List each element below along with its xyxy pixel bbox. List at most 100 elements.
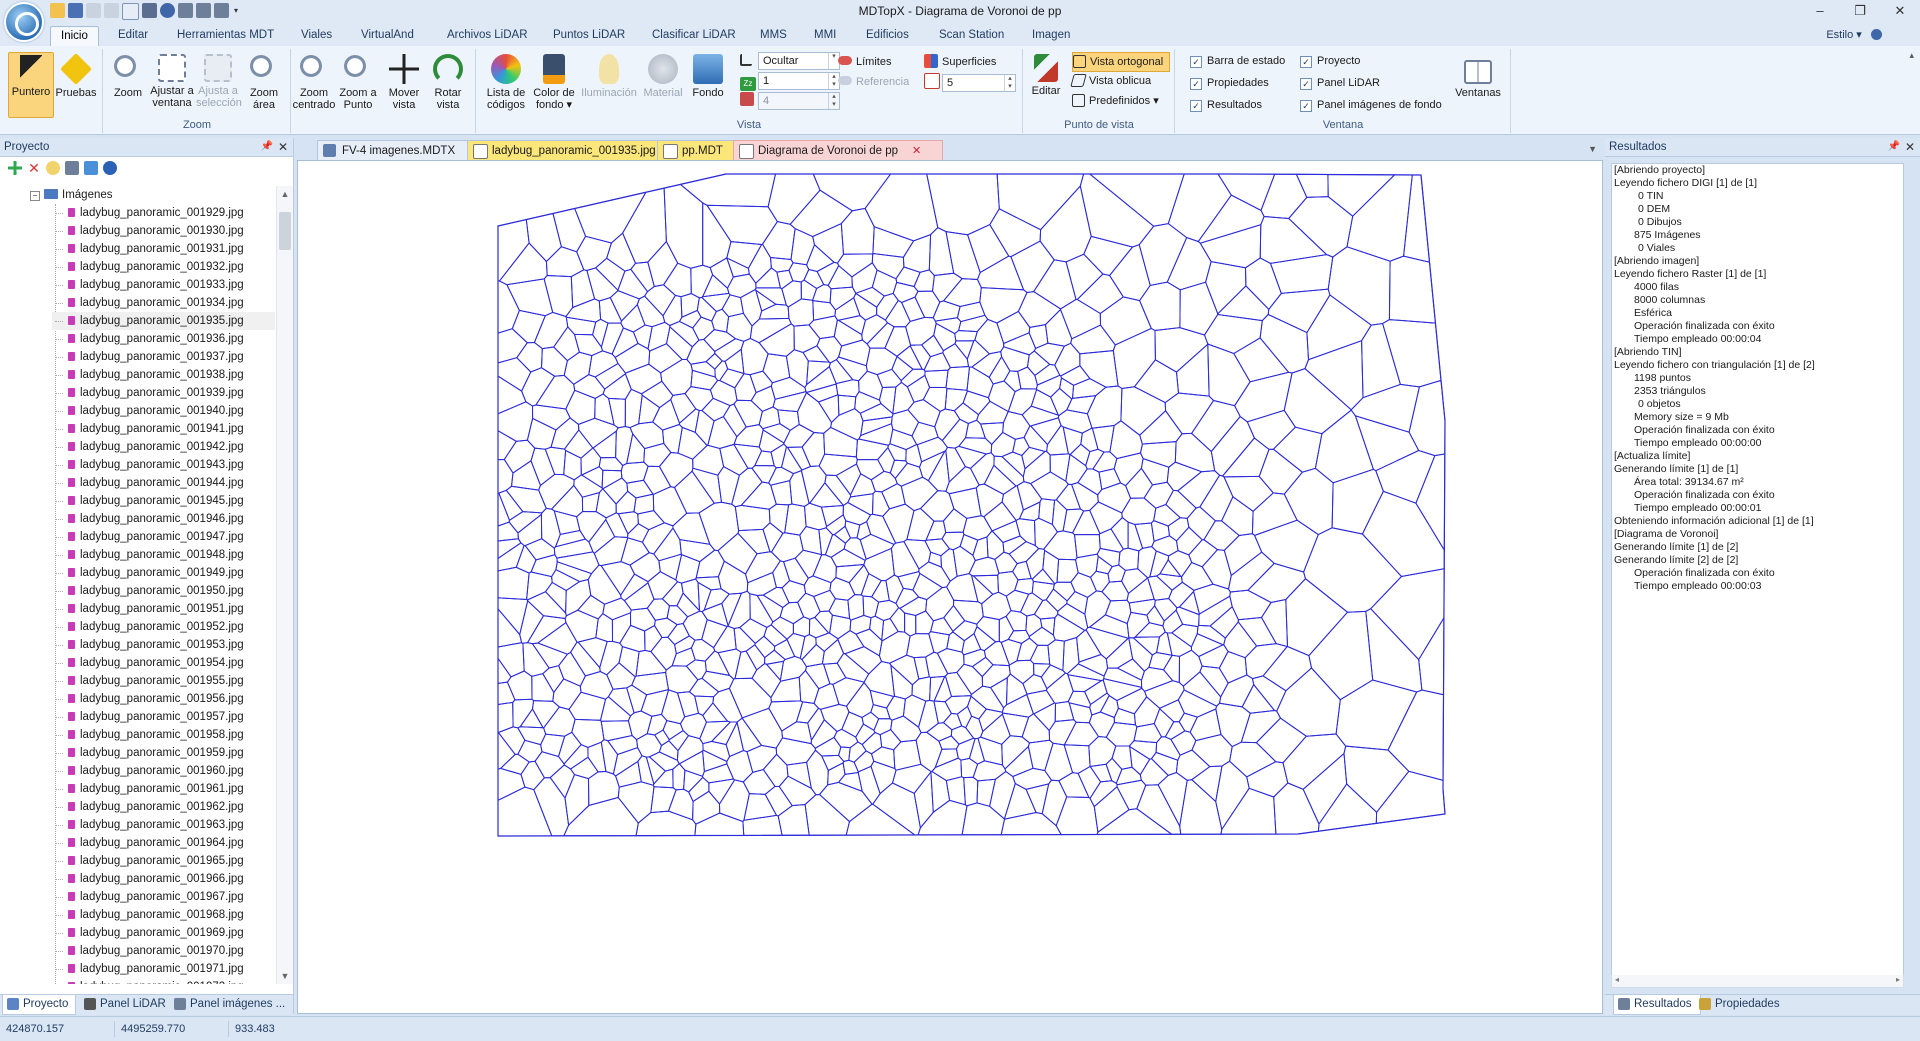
check-properties[interactable]: ✓ Propiedades — [1190, 74, 1269, 92]
scroll-left-icon[interactable]: ◂ — [1615, 975, 1619, 984]
tree-item[interactable]: ladybug_panoramic_001941.jpg — [52, 420, 275, 438]
edit-view-button[interactable]: Editar — [1026, 52, 1066, 97]
close-button[interactable]: ✕ — [1880, 1, 1920, 21]
scroll-right-icon[interactable]: ▸ — [1896, 975, 1900, 984]
lighting-button[interactable]: Iluminación — [578, 52, 640, 99]
image-icon[interactable] — [84, 161, 98, 175]
tree-item[interactable]: ladybug_panoramic_001970.jpg — [52, 942, 275, 960]
background-color-button[interactable]: Color de fondo ▾ — [530, 52, 578, 111]
tree-item[interactable]: ladybug_panoramic_001939.jpg — [52, 384, 275, 402]
background-button[interactable]: Fondo — [686, 52, 730, 99]
app-logo[interactable] — [4, 2, 44, 42]
tree-item[interactable]: ladybug_panoramic_001930.jpg — [52, 222, 275, 240]
tree-item[interactable]: ladybug_panoramic_001966.jpg — [52, 870, 275, 888]
tree-item[interactable]: ladybug_panoramic_001965.jpg — [52, 852, 275, 870]
scroll-thumb[interactable] — [279, 212, 291, 250]
check-project[interactable]: ✓ Proyecto — [1300, 52, 1360, 70]
style-menu[interactable]: Estilo ▾ — [1826, 28, 1882, 41]
third-combo[interactable]: 4 ▴ ▾ — [758, 92, 840, 110]
tree-item[interactable]: ladybug_panoramic_001950.jpg — [52, 582, 275, 600]
tree-item[interactable]: ladybug_panoramic_001934.jpg — [52, 294, 275, 312]
tree-item[interactable]: ladybug_panoramic_001957.jpg — [52, 708, 275, 726]
pin-icon[interactable]: 📌 — [1888, 138, 1900, 156]
tabs-dropdown-icon[interactable]: ▼ — [1588, 144, 1597, 154]
doc-tab-fv4[interactable]: FV-4 imagenes.MDTX — [317, 140, 477, 161]
tree-item[interactable]: ladybug_panoramic_001956.jpg — [52, 690, 275, 708]
pointer-button[interactable]: Puntero — [8, 52, 54, 118]
oblique-view-button[interactable]: Vista oblicua — [1070, 72, 1151, 90]
tree-item[interactable]: ladybug_panoramic_001931.jpg — [52, 240, 275, 258]
add-icon[interactable] — [8, 161, 22, 175]
windows-button[interactable]: Ventanas — [1452, 52, 1504, 99]
info-icon[interactable] — [103, 161, 117, 175]
tree-item[interactable]: ladybug_panoramic_001940.jpg — [52, 402, 275, 420]
surfaces-toggle[interactable]: Superficies — [924, 53, 996, 71]
tab-mms[interactable]: MMS — [758, 26, 789, 46]
tab-imagen[interactable]: Imagen — [1030, 26, 1072, 46]
code-list-button[interactable]: Lista de códigos — [482, 52, 530, 111]
tree-item[interactable]: ladybug_panoramic_001937.jpg — [52, 348, 275, 366]
close-icon[interactable]: ✕ — [278, 138, 288, 156]
doc-tab-pp[interactable]: pp.MDT — [657, 140, 739, 161]
predefined-views-menu[interactable]: Predefinidos ▾ — [1072, 92, 1159, 110]
tree-item[interactable]: ladybug_panoramic_001952.jpg — [52, 618, 275, 636]
tab-mmi[interactable]: MMI — [812, 26, 838, 46]
orthogonal-view-button[interactable]: Vista ortogonal — [1072, 52, 1170, 72]
tree-item[interactable]: ladybug_panoramic_001958.jpg — [52, 726, 275, 744]
close-icon[interactable]: ✕ — [1905, 138, 1915, 156]
collapse-icon[interactable]: − — [30, 191, 40, 201]
tab-archivos-lidar[interactable]: Archivos LiDAR — [445, 26, 530, 46]
tree-item[interactable]: ladybug_panoramic_001962.jpg — [52, 798, 275, 816]
rotate-view-button[interactable]: Rotar vista — [426, 52, 470, 111]
surfaces-combo[interactable]: 5 ▴ ▾ — [942, 74, 1016, 92]
help-icon[interactable] — [1871, 29, 1882, 40]
tree-scrollbar[interactable]: ▲ ▼ — [276, 186, 293, 984]
tree-item[interactable]: ladybug_panoramic_001951.jpg — [52, 600, 275, 618]
scroll-down-icon[interactable]: ▼ — [277, 968, 293, 984]
tree-item[interactable]: ladybug_panoramic_001946.jpg — [52, 510, 275, 528]
tab-edificios[interactable]: Edificios — [864, 26, 911, 46]
tree-item[interactable]: ladybug_panoramic_001972.jpg — [52, 978, 275, 984]
tree-item[interactable]: ladybug_panoramic_001933.jpg — [52, 276, 275, 294]
tree-item[interactable]: ladybug_panoramic_001954.jpg — [52, 654, 275, 672]
zoom-centered-button[interactable]: Zoom centrado — [292, 52, 336, 111]
material-button[interactable]: Material — [640, 52, 686, 99]
tree-item[interactable]: ladybug_panoramic_001943.jpg — [52, 456, 275, 474]
check-lidar-panel[interactable]: ✓ Panel LiDAR — [1300, 74, 1380, 92]
doc-tab-ladybug[interactable]: ladybug_panoramic_001935.jpg — [467, 140, 667, 161]
tab-propiedades[interactable]: Propiedades — [1695, 995, 1795, 1014]
check-background-images-panel[interactable]: ✓ Panel imágenes de fondo — [1300, 96, 1442, 114]
minimize-button[interactable]: – — [1800, 1, 1840, 21]
tab-panel-imagenes[interactable]: Panel imágenes ... — [170, 995, 308, 1014]
tree-item[interactable]: ladybug_panoramic_001961.jpg — [52, 780, 275, 798]
pin-icon[interactable]: 📌 — [261, 138, 273, 156]
bulb-icon[interactable] — [46, 161, 60, 175]
tree-item[interactable]: ladybug_panoramic_001964.jpg — [52, 834, 275, 852]
tree-item[interactable]: ladybug_panoramic_001955.jpg — [52, 672, 275, 690]
reference-toggle[interactable]: Referencia — [838, 73, 909, 91]
tree-item[interactable]: ladybug_panoramic_001944.jpg — [52, 474, 275, 492]
check-status-bar[interactable]: ✓ Barra de estado — [1190, 52, 1285, 70]
tree-item[interactable]: ladybug_panoramic_001963.jpg — [52, 816, 275, 834]
tree-item[interactable]: ladybug_panoramic_001967.jpg — [52, 888, 275, 906]
voronoi-canvas[interactable] — [297, 160, 1603, 1014]
tree-item[interactable]: ladybug_panoramic_001942.jpg — [52, 438, 275, 456]
tab-editar[interactable]: Editar — [116, 26, 150, 46]
tab-puntos-lidar[interactable]: Puntos LiDAR — [551, 26, 627, 46]
tree-item[interactable]: ladybug_panoramic_001936.jpg — [52, 330, 275, 348]
tab-panel-lidar[interactable]: Panel LiDAR — [80, 995, 166, 1014]
tree-item[interactable]: ladybug_panoramic_001929.jpg — [52, 204, 275, 222]
tests-button[interactable]: Pruebas — [54, 52, 98, 99]
tree-item[interactable]: ladybug_panoramic_001953.jpg — [52, 636, 275, 654]
tab-virtualand[interactable]: VirtualAnd — [359, 26, 416, 46]
tree-item[interactable]: ladybug_panoramic_001938.jpg — [52, 366, 275, 384]
tab-viales[interactable]: Viales — [299, 26, 334, 46]
tree-item[interactable]: ladybug_panoramic_001932.jpg — [52, 258, 275, 276]
tree-item[interactable]: ladybug_panoramic_001969.jpg — [52, 924, 275, 942]
limits-toggle[interactable]: Límites — [838, 53, 891, 71]
tab-clasificar-lidar[interactable]: Clasificar LiDAR — [650, 26, 738, 46]
tree-item[interactable]: ladybug_panoramic_001968.jpg — [52, 906, 275, 924]
tab-scan-station[interactable]: Scan Station — [937, 26, 1006, 46]
tree-item[interactable]: ladybug_panoramic_001947.jpg — [52, 528, 275, 546]
collapse-ribbon-icon[interactable]: ▴ — [1909, 50, 1914, 61]
